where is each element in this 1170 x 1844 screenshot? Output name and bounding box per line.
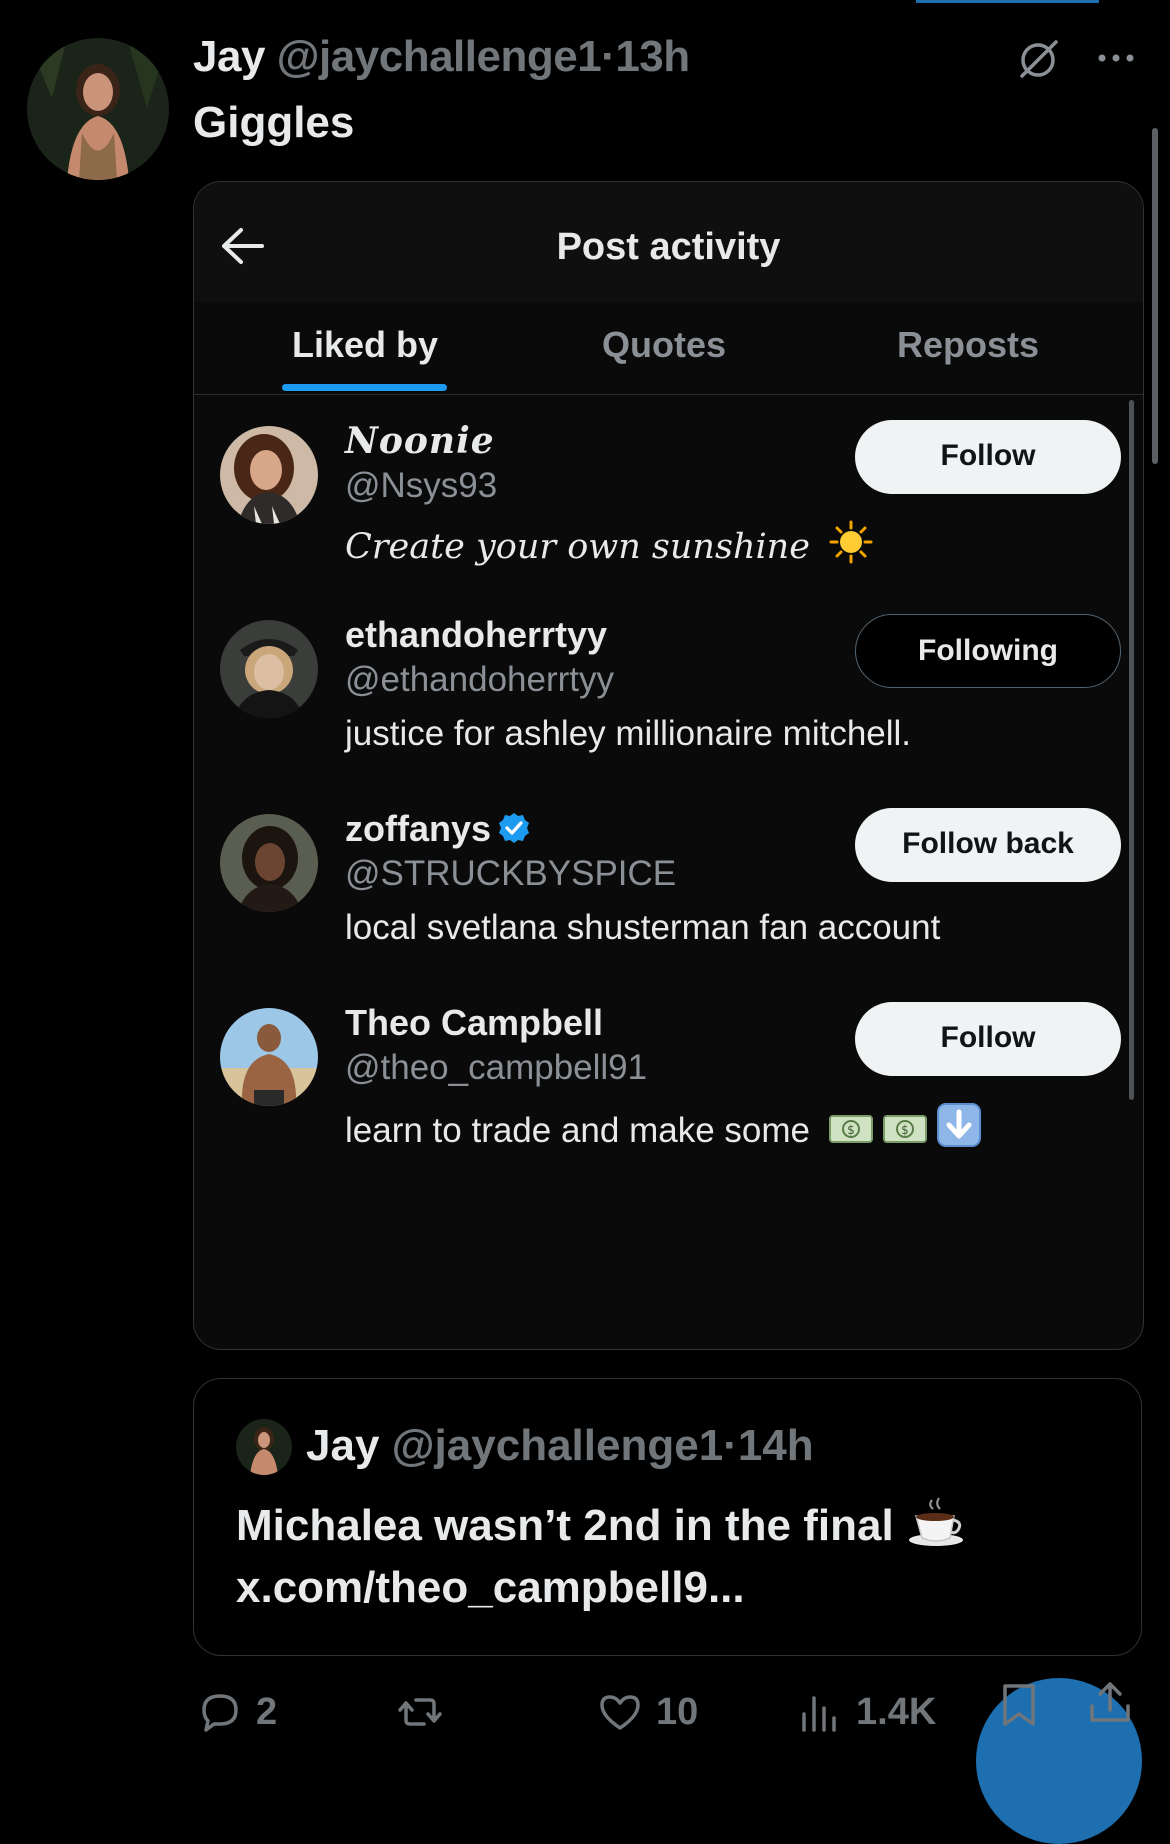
post-activity-card[interactable]: Post activity Liked by Quotes Reposts No… [193, 181, 1144, 1350]
repost-icon [398, 1698, 442, 1726]
more-icon[interactable] [1094, 46, 1138, 70]
user-avatar[interactable] [220, 1008, 318, 1106]
like-count: 10 [656, 1690, 699, 1733]
quote-text: Michalea wasn’t 2nd in the final x.com/t… [236, 1495, 1116, 1619]
quoted-tweet[interactable]: Jay @jaychallenge1·14h Michalea wasn’t 2… [193, 1378, 1142, 1656]
user-handle[interactable]: @STRUCKBYSPICE [345, 854, 676, 894]
reply-action[interactable]: 2 [196, 1688, 277, 1736]
svg-text:$: $ [847, 1123, 855, 1137]
user-avatar[interactable] [220, 426, 318, 524]
card-header: Post activity [194, 182, 1143, 302]
tab-reposts[interactable]: Reposts [897, 324, 1039, 366]
user-handle[interactable]: @theo_campbell91 [345, 1048, 647, 1088]
separator-dot: · [723, 1421, 738, 1470]
user-name[interactable]: Noonie [345, 420, 495, 462]
user-row[interactable]: zoffanys @STRUCKBYSPICE local svetlana s… [194, 788, 1143, 988]
follow-back-button[interactable]: Follow back [855, 808, 1121, 882]
active-tab-indicator [282, 384, 447, 391]
tab-liked-by[interactable]: Liked by [292, 324, 438, 366]
user-bio-text: learn to trade and make some [345, 1111, 810, 1150]
author-avatar[interactable] [27, 38, 169, 180]
quote-author-handle[interactable]: @jaychallenge1 [392, 1421, 724, 1470]
heart-icon [600, 1695, 640, 1730]
user-bio: justice for ashley millionaire mitchell. [345, 714, 912, 753]
follow-button[interactable]: Follow [855, 1002, 1121, 1076]
follow-button[interactable]: Follow [855, 420, 1121, 494]
card-title: Post activity [556, 226, 781, 268]
user-bio: Create your own sunshine [345, 520, 873, 567]
reply-count: 2 [256, 1690, 278, 1733]
user-avatar[interactable] [220, 814, 318, 912]
views-icon [802, 1696, 836, 1732]
user-handle[interactable]: @Nsys93 [345, 466, 497, 506]
share-icon[interactable] [1086, 1678, 1134, 1728]
user-name[interactable]: zoffanys [345, 808, 531, 850]
money-emoji-icon: $ [828, 1115, 873, 1143]
repost-action[interactable] [396, 1688, 456, 1736]
bookmark-icon[interactable] [995, 1680, 1043, 1730]
quote-text-line1: Michalea wasn’t 2nd in the final [236, 1501, 894, 1550]
sun-emoji-icon [829, 520, 873, 564]
coffee-emoji-icon [908, 1497, 963, 1546]
user-bio: learn to trade and make some $ $ [345, 1102, 982, 1151]
views-action[interactable]: 1.4K [796, 1688, 936, 1736]
page-scrollbar[interactable] [1152, 128, 1158, 464]
quote-link[interactable]: x.com/theo_campbell9... [236, 1563, 745, 1612]
reply-icon [202, 1694, 238, 1732]
user-row[interactable]: Noonie @Nsys93 Create your own sunshine … [194, 400, 1143, 600]
author-handle[interactable]: @jaychallenge1 [277, 32, 602, 81]
tab-quotes[interactable]: Quotes [602, 324, 726, 366]
money-emoji-icon: $ [882, 1115, 927, 1143]
user-bio-text: Create your own sunshine [345, 527, 810, 567]
svg-text:$: $ [901, 1123, 909, 1137]
tweet-header: Jay @jaychallenge1·13h [193, 32, 690, 82]
tweet-time[interactable]: 13h [615, 32, 690, 81]
user-row[interactable]: Theo Campbell @theo_campbell91 learn to … [194, 982, 1143, 1182]
user-name[interactable]: ethandoherrtyy [345, 614, 607, 656]
tweet-text: Giggles [193, 98, 355, 147]
grok-icon[interactable] [1016, 38, 1060, 82]
separator-dot: · [601, 32, 616, 81]
verified-badge-icon [499, 813, 530, 843]
author-name[interactable]: Jay [193, 32, 265, 81]
user-row[interactable]: ethandoherrtyy @ethandoherrtyy justice f… [194, 594, 1143, 794]
views-count: 1.4K [856, 1690, 937, 1733]
user-name[interactable]: Theo Campbell [345, 1002, 603, 1044]
down-arrow-emoji-icon [936, 1103, 981, 1147]
quote-header: Jay @jaychallenge1·14h [306, 1421, 814, 1471]
quote-time[interactable]: 14h [738, 1421, 814, 1470]
like-action[interactable]: 10 [596, 1688, 698, 1736]
quote-author-avatar[interactable] [236, 1419, 292, 1475]
user-avatar[interactable] [220, 620, 318, 718]
following-button[interactable]: Following [855, 614, 1121, 688]
top-progress-line [916, 0, 1099, 3]
quote-author-name[interactable]: Jay [306, 1421, 379, 1470]
user-handle[interactable]: @ethandoherrtyy [345, 660, 614, 700]
user-name-text[interactable]: zoffanys [345, 808, 491, 849]
user-bio: local svetlana shusterman fan account [345, 908, 941, 947]
tab-bar: Liked by Quotes Reposts [194, 302, 1143, 395]
